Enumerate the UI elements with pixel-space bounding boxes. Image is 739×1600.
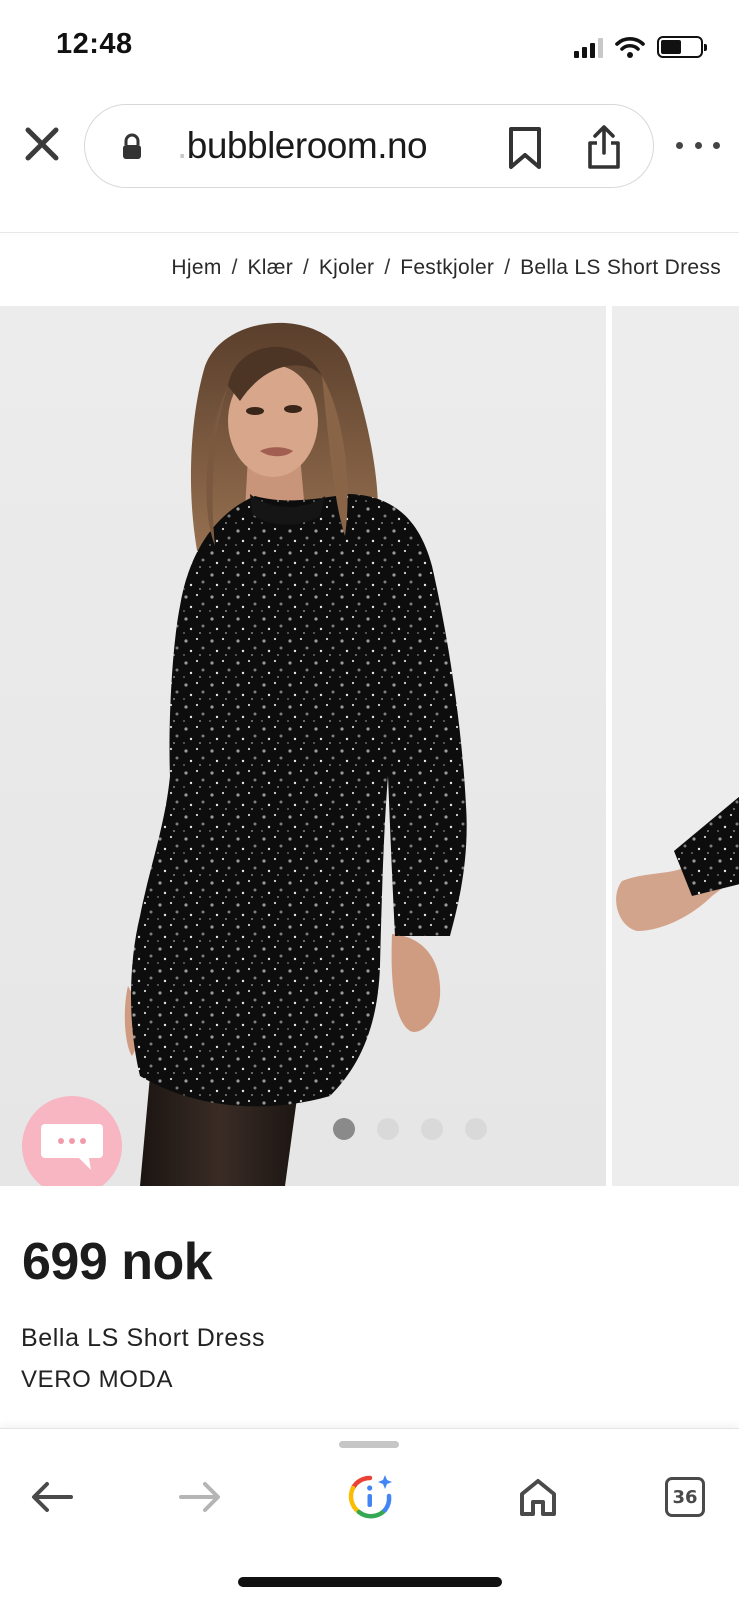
forward-button[interactable] — [170, 1467, 230, 1527]
breadcrumb-separator: / — [231, 256, 238, 279]
breadcrumb-item-hjem[interactable]: Hjem — [171, 256, 221, 280]
product-brand[interactable]: VERO MODA — [21, 1366, 173, 1394]
home-icon — [520, 1479, 556, 1516]
google-lens-icon — [348, 1475, 392, 1519]
url-text[interactable]: .bubbleroom.no — [177, 125, 428, 167]
bookmark-icon[interactable] — [505, 125, 545, 171]
breadcrumb-item-kjoler[interactable]: Kjoler — [319, 256, 375, 280]
breadcrumb-separator: / — [504, 256, 511, 279]
breadcrumb-item-current: Bella LS Short Dress — [520, 256, 721, 279]
breadcrumb-item-klaer[interactable]: Klær — [247, 256, 293, 280]
status-icons — [574, 34, 707, 60]
battery-icon — [657, 36, 707, 58]
home-indicator — [238, 1577, 502, 1587]
product-name: Bella LS Short Dress — [21, 1324, 266, 1352]
browser-address-row: .bubbleroom.no — [0, 100, 739, 196]
address-bar[interactable]: .bubbleroom.no — [84, 104, 654, 188]
back-button[interactable] — [22, 1467, 82, 1527]
url-domain: bubbleroom.no — [186, 125, 428, 166]
model-arm-image — [616, 796, 739, 931]
forward-arrow-icon — [179, 1482, 220, 1512]
pagination-dot-1[interactable] — [333, 1118, 355, 1140]
tabs-icon: 36 — [665, 1477, 705, 1517]
chat-button[interactable] — [22, 1096, 122, 1186]
lock-icon — [123, 133, 141, 159]
tabs-button[interactable]: 36 — [655, 1467, 715, 1527]
breadcrumb: Hjem / Klær / Kjoler / Festkjoler / Bell… — [0, 238, 739, 298]
breadcrumb-separator: / — [303, 256, 309, 279]
pagination-dot-2[interactable] — [377, 1118, 399, 1140]
browser-bottom-toolbar: 36 — [0, 1428, 739, 1600]
share-icon[interactable] — [585, 123, 623, 171]
product-image-main[interactable] — [0, 306, 606, 1186]
breadcrumb-item-festkjoler[interactable]: Festkjoler — [400, 256, 494, 280]
back-arrow-icon — [32, 1482, 73, 1512]
product-image-next[interactable] — [612, 306, 739, 1186]
signal-icon — [574, 36, 603, 58]
close-icon[interactable] — [20, 122, 64, 166]
status-bar: 12:48 — [0, 0, 739, 92]
product-image-gallery[interactable] — [0, 306, 739, 1186]
more-options-button[interactable] — [676, 130, 720, 160]
product-price: 699 nok — [22, 1233, 213, 1291]
status-time: 12:48 — [56, 28, 133, 60]
home-button[interactable] — [508, 1467, 568, 1527]
pagination-dot-4[interactable] — [465, 1118, 487, 1140]
pagination-dot-3[interactable] — [421, 1118, 443, 1140]
gallery-pagination — [333, 1118, 487, 1140]
google-lens-button[interactable] — [340, 1467, 400, 1527]
wifi-icon — [615, 37, 645, 58]
chat-icon — [41, 1124, 103, 1170]
breadcrumb-separator: / — [384, 256, 391, 279]
toolbar-drag-handle[interactable] — [339, 1441, 399, 1448]
header-divider — [0, 232, 739, 233]
model-in-sequin-dress-image — [124, 322, 467, 1186]
url-prefix: . — [177, 125, 187, 166]
